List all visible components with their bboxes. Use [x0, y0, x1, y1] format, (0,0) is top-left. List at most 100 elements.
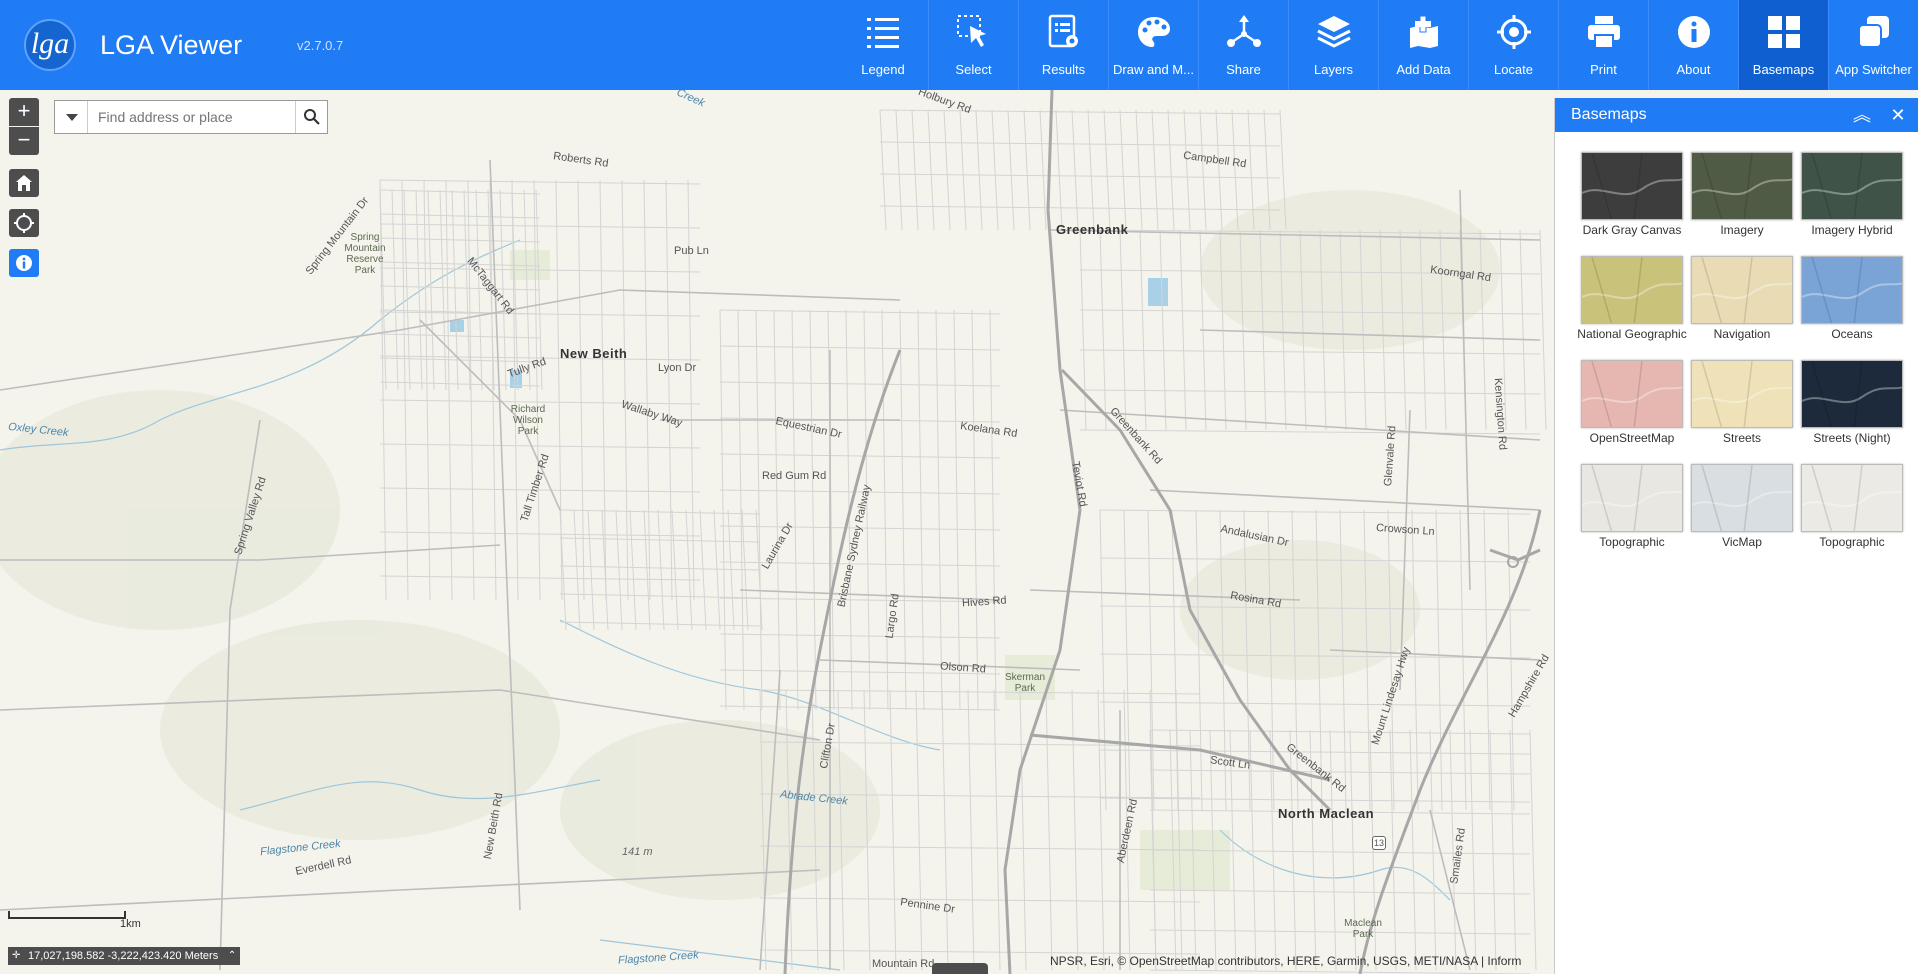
tool-label: About — [1676, 62, 1711, 77]
scale-label: 1km — [120, 918, 141, 930]
basemap-item[interactable]: Imagery — [1687, 152, 1797, 256]
basemap-item[interactable]: Streets (Night) — [1797, 360, 1907, 464]
park-label: Skerman Park — [1004, 672, 1045, 694]
tool-app-switcher[interactable]: App Switcher — [1828, 0, 1918, 90]
basemap-label: Imagery Hybrid — [1811, 223, 1893, 237]
basemap-item[interactable]: Imagery Hybrid — [1797, 152, 1907, 256]
tool-legend[interactable]: Legend — [838, 0, 928, 90]
crosshair-icon[interactable]: ✛ — [12, 947, 20, 965]
basemap-label: Dark Gray Canvas — [1582, 223, 1682, 237]
road-label: Lyon Dr — [658, 362, 697, 374]
tool-basemaps[interactable]: Basemaps — [1738, 0, 1828, 90]
basemap-item[interactable]: National Geographic — [1577, 256, 1687, 360]
app-switcher-icon — [1858, 16, 1889, 48]
town-label: Greenbank — [1056, 222, 1129, 237]
search-icon — [304, 109, 320, 125]
tool-layers[interactable]: Layers — [1288, 0, 1378, 90]
app-title: LGA Viewer — [100, 30, 243, 60]
add-data-icon — [1410, 15, 1438, 48]
basemap-item[interactable]: Navigation — [1687, 256, 1797, 360]
road-label: Pub Ln — [674, 245, 709, 257]
tool-about[interactable]: About — [1648, 0, 1738, 90]
panel-title: Basemaps — [1571, 106, 1647, 123]
basemap-thumbnail — [1801, 360, 1903, 428]
basemap-thumbnail — [1801, 464, 1903, 532]
tool-label: Layers — [1313, 62, 1354, 77]
tool-share[interactable]: Share — [1198, 0, 1288, 90]
search-input[interactable] — [88, 101, 295, 133]
select-icon — [957, 15, 986, 47]
tool-results[interactable]: Results — [1018, 0, 1108, 90]
basemap-thumbnail — [1581, 360, 1683, 428]
park-label: Maclean Park — [1344, 918, 1382, 940]
basemap-item[interactable]: Oceans — [1797, 256, 1907, 360]
coordinate-readout[interactable]: ✛ 17,027,198.582 -3,222,423.420 Meters ⌃ — [8, 947, 241, 965]
town-label: North Maclean — [1278, 806, 1375, 821]
attribute-table-toggle[interactable] — [932, 963, 988, 974]
park-label: Spring Mountain Reserve Park — [344, 232, 386, 276]
zoom-in-button[interactable]: + — [9, 98, 39, 126]
widget-toolbar: Legend Select Results Draw and M... Shar… — [838, 0, 1918, 90]
basemap-gallery: Dark Gray Canvas Imagery Imagery Hybrid Nat… — [1577, 152, 1907, 568]
basemap-label: Imagery — [1720, 223, 1764, 237]
app-header: lga LGA Viewer v2.7.0.7 Legend Select Re… — [0, 0, 1918, 90]
share-icon — [1227, 15, 1261, 47]
search-button[interactable] — [295, 101, 327, 133]
basemap-item[interactable]: Dark Gray Canvas — [1577, 152, 1687, 256]
basemap-label: Navigation — [1713, 327, 1771, 341]
road-label: Red Gum Rd — [762, 470, 827, 482]
basemap-item[interactable]: Topographic — [1797, 464, 1907, 568]
basemap-thumbnail — [1581, 464, 1683, 532]
basemap-label: OpenStreetMap — [1589, 431, 1675, 445]
tool-label: Print — [1590, 62, 1617, 77]
basemap-label: Oceans — [1831, 327, 1873, 341]
zoom-out-button[interactable]: − — [9, 127, 39, 155]
tool-label: Legend — [861, 62, 905, 77]
search-source-dropdown[interactable] — [55, 101, 88, 133]
basemap-label: VicMap — [1722, 535, 1762, 549]
tool-label: Draw and M... — [1113, 62, 1194, 77]
locate-icon — [1497, 15, 1531, 49]
basemap-thumbnail — [1581, 152, 1683, 220]
basemap-thumbnail — [1691, 464, 1793, 532]
tool-label: App Switcher — [1835, 62, 1912, 77]
basemap-label: Streets — [1722, 431, 1761, 445]
info-button[interactable] — [9, 249, 39, 277]
scale-bar — [8, 911, 126, 919]
tool-print[interactable]: Print — [1558, 0, 1648, 90]
tool-label: Basemaps — [1752, 62, 1815, 77]
basemap-thumbnail — [1801, 152, 1903, 220]
tool-select[interactable]: Select — [928, 0, 1018, 90]
my-location-button[interactable] — [9, 209, 39, 237]
basemap-thumbnail — [1801, 256, 1903, 324]
basemap-item[interactable]: Streets — [1687, 360, 1797, 464]
collapse-icon[interactable]: ︽ — [1850, 103, 1874, 127]
road-label: Mountain Rd — [872, 958, 935, 970]
basemap-item[interactable]: OpenStreetMap — [1577, 360, 1687, 464]
basemap-label: Streets (Night) — [1813, 431, 1891, 445]
basemap-thumbnail — [1691, 360, 1793, 428]
tool-label: Results — [1041, 62, 1086, 77]
tool-add-data[interactable]: Add Data — [1378, 0, 1468, 90]
town-label: New Beith — [560, 346, 628, 361]
chevron-up-icon[interactable]: ⌃ — [228, 947, 236, 965]
map-attribution: NPSR, Esri, © OpenStreetMap contributors… — [1050, 954, 1522, 968]
layers-icon — [1317, 16, 1351, 48]
tool-label: Share — [1226, 62, 1261, 77]
home-button[interactable] — [9, 169, 39, 197]
tool-label: Locate — [1493, 62, 1534, 77]
basemap-thumbnail — [1691, 256, 1793, 324]
basemap-label: National Geographic — [1577, 327, 1687, 341]
basemap-thumbnail — [1691, 152, 1793, 220]
tool-locate[interactable]: Locate — [1468, 0, 1558, 90]
basemap-item[interactable]: Topographic — [1577, 464, 1687, 568]
search-widget — [54, 100, 328, 134]
app-logo[interactable]: lga — [24, 19, 76, 71]
draw-icon — [1138, 17, 1170, 47]
tool-draw[interactable]: Draw and M... — [1108, 0, 1198, 90]
basemap-item[interactable]: VicMap — [1687, 464, 1797, 568]
close-icon[interactable]: ✕ — [1886, 103, 1910, 127]
info-icon — [16, 255, 32, 271]
locate-icon — [14, 213, 34, 233]
elevation-label: 141 m — [622, 846, 653, 858]
